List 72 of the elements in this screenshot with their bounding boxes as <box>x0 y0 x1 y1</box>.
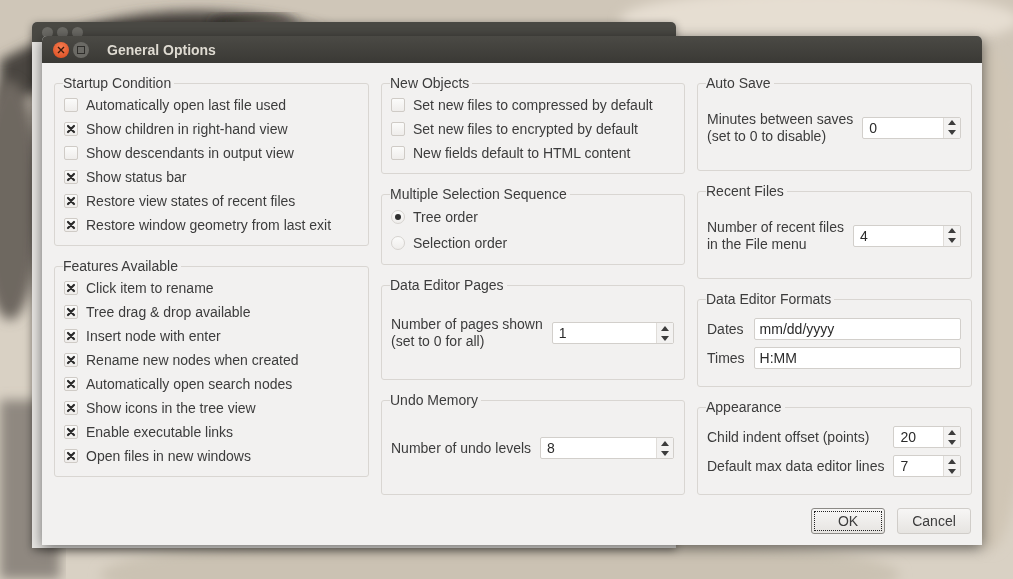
checkbox[interactable] <box>391 146 405 160</box>
option-label: Enable executable links <box>86 423 234 441</box>
checkbox[interactable] <box>391 122 405 136</box>
group-title: Auto Save <box>706 75 772 91</box>
option-label: New fields default to HTML content <box>413 144 631 162</box>
spin-box[interactable]: 0 <box>862 116 961 139</box>
option-label: Insert node with enter <box>86 327 221 345</box>
maximize-button[interactable] <box>73 41 89 58</box>
group-title: Data Editor Pages <box>390 277 505 293</box>
group-title: Features Available <box>63 258 179 274</box>
checkbox[interactable] <box>64 170 78 184</box>
checkbox[interactable] <box>64 194 78 208</box>
field-label: Minutes between saves (set to 0 to disable) <box>707 110 854 145</box>
field-label: Child indent offset (points) <box>707 428 871 446</box>
radio-button[interactable] <box>391 210 405 224</box>
radio-button[interactable] <box>391 236 405 250</box>
checkbox[interactable] <box>391 98 405 112</box>
dialog-title: General Options <box>107 41 216 58</box>
input-field[interactable]: H:MM <box>753 347 961 369</box>
option-label: Tree drag & drop available <box>86 303 251 321</box>
option-label: Show children in right-hand view <box>86 120 288 138</box>
checkbox[interactable] <box>64 281 78 295</box>
field-label: Dates <box>707 320 745 338</box>
dialog-button[interactable]: OK <box>811 508 885 534</box>
spin-box[interactable]: 7 <box>893 455 961 477</box>
option-label: Tree order <box>413 208 478 226</box>
checkbox[interactable] <box>64 305 78 319</box>
option-label: Restore view states of recent files <box>86 192 296 210</box>
checkbox[interactable] <box>64 353 78 367</box>
spin-box[interactable]: 1 <box>551 322 674 344</box>
option-label: Restore window geometry from last exit <box>86 216 332 234</box>
group-title: New Objects <box>390 75 471 91</box>
dialog-button[interactable]: Cancel <box>897 508 971 534</box>
checkbox[interactable] <box>64 146 78 160</box>
group-title: Appearance <box>706 399 783 415</box>
option-label: Automatically open search nodes <box>86 375 293 393</box>
option-label: Set new files to encrypted by default <box>413 120 638 138</box>
checkbox[interactable] <box>64 425 78 439</box>
checkbox[interactable] <box>64 98 78 112</box>
maximize-icon <box>77 45 85 54</box>
option-label: Show descendants in output view <box>86 144 294 162</box>
close-button[interactable] <box>53 41 69 58</box>
field-label: Times <box>707 349 745 367</box>
field-label: Default max data editor lines <box>707 457 885 475</box>
option-label: Open files in new windows <box>86 447 251 465</box>
window-dot-icon[interactable] <box>42 26 53 38</box>
group-title: Startup Condition <box>63 75 173 91</box>
option-label: Rename new nodes when created <box>86 351 299 369</box>
group-title: Recent Files <box>706 183 785 199</box>
option-label: Selection order <box>413 234 508 252</box>
group-title: Multiple Selection Sequence <box>390 186 568 202</box>
input-field[interactable]: mm/dd/yyyy <box>753 318 961 340</box>
spin-box[interactable]: 4 <box>852 224 961 247</box>
option-label: Show status bar <box>86 168 187 186</box>
group-title: Undo Memory <box>390 392 479 408</box>
spin-box[interactable]: 8 <box>540 437 674 459</box>
option-label: Set new files to compressed by default <box>413 96 653 114</box>
option-label: Automatically open last file used <box>86 96 286 114</box>
spin-box[interactable]: 20 <box>893 426 961 448</box>
group-title: Data Editor Formats <box>706 291 833 307</box>
checkbox[interactable] <box>64 329 78 343</box>
checkbox[interactable] <box>64 401 78 415</box>
field-label: Number of pages shown (set to 0 for all) <box>391 316 543 350</box>
checkbox[interactable] <box>64 377 78 391</box>
field-label: Number of undo levels <box>391 439 532 457</box>
close-icon <box>57 45 65 54</box>
option-label: Click item to rename <box>86 279 214 297</box>
checkbox[interactable] <box>64 122 78 136</box>
option-label: Show icons in the tree view <box>86 399 256 417</box>
checkbox[interactable] <box>64 449 78 463</box>
field-label: Number of recent files in the File menu <box>707 218 844 253</box>
checkbox[interactable] <box>64 218 78 232</box>
